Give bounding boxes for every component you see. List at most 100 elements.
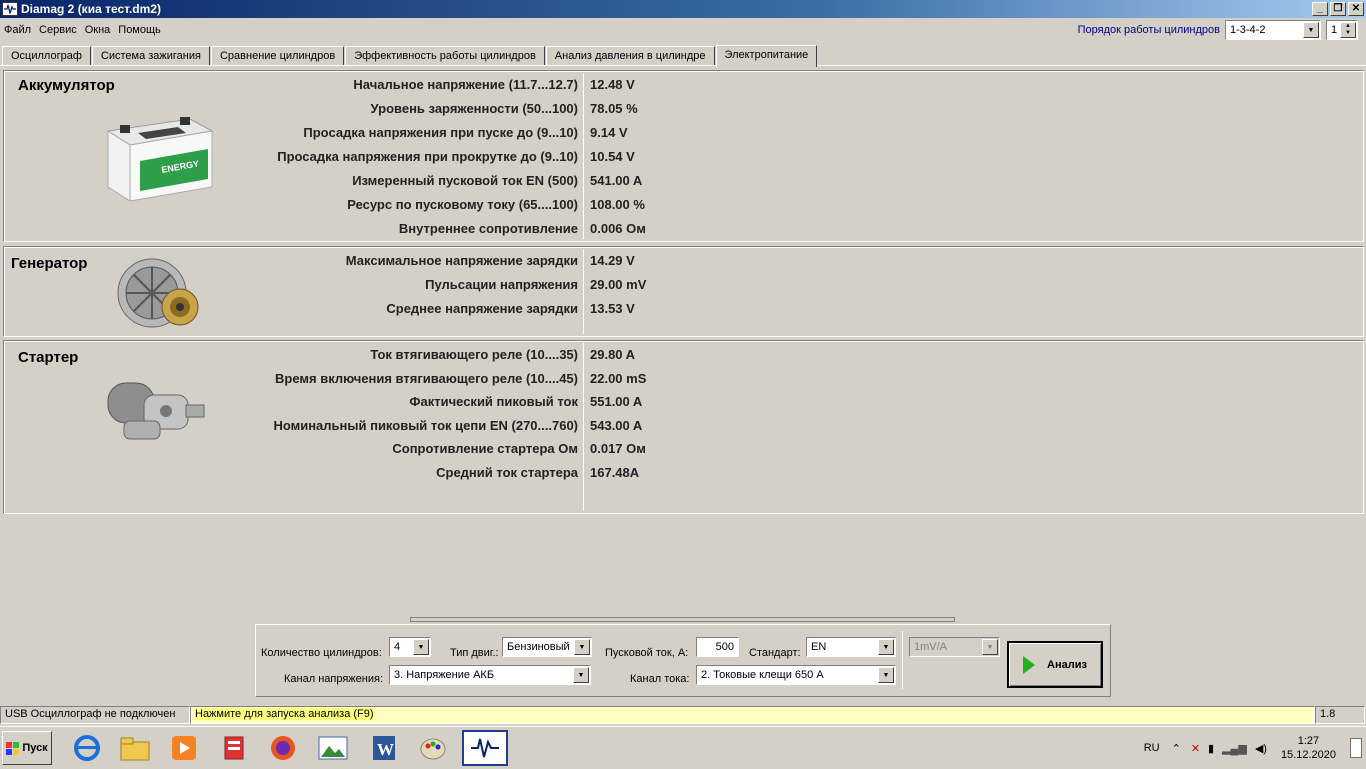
battery-row: Начальное напряжение (11.7...12.7) 12.48 …	[4, 77, 784, 99]
generator-row: Максимальное напряжение зарядки 14.29 V	[4, 253, 784, 275]
control-panel-icon[interactable]	[214, 730, 254, 766]
battery-row: Уровень заряженности (50...100) 78.05 %	[4, 101, 784, 123]
row-value: 29.80 A	[590, 347, 636, 362]
analyze-label: Анализ	[1047, 658, 1087, 671]
row-label: Ток втягивающего реле (10....35)	[370, 347, 578, 362]
window-title: Diamag 2 (киа тест.dm2)	[21, 2, 161, 16]
analysis-hint-text: Нажмите для запуска анализа (F9)	[195, 708, 374, 720]
row-value: 0.006 Ом	[590, 221, 646, 236]
chevron-down-icon[interactable]: ▼	[878, 667, 894, 683]
panel-divider	[902, 631, 903, 689]
start-current-input[interactable]	[696, 637, 739, 657]
cylinder-order-select[interactable]: 1-3-4-2 ▼	[1225, 20, 1321, 40]
generator-row: Пульсации напряжения 29.00 mV	[4, 277, 784, 299]
generator-row: Среднее напряжение зарядки 13.53 V	[4, 301, 784, 323]
usb-status: USB Осциллограф не подключен	[0, 706, 190, 724]
word-icon[interactable]: W	[364, 730, 404, 766]
cyl-count-label: Количество цилиндров:	[261, 647, 382, 659]
current-channel-label: Канал тока:	[630, 673, 690, 685]
current-channel-select[interactable]: 2. Токовые клещи 650 A ▼	[696, 665, 896, 685]
start-label: Пуск	[22, 742, 48, 754]
row-label: Ресурс по пусковому току (65....100)	[347, 197, 578, 212]
row-value: 0.017 Ом	[590, 441, 646, 456]
diamag-task-icon[interactable]	[462, 730, 508, 766]
picture-viewer-icon[interactable]	[313, 730, 353, 766]
row-label: Сопротивление стартера Ом	[392, 441, 578, 456]
row-value: 543.00 A	[590, 418, 643, 433]
starter-row: Номинальный пиковый ток цепи EN (270....…	[4, 418, 784, 440]
chevron-down-icon[interactable]: ▼	[878, 639, 894, 655]
menu-help[interactable]: Помощь	[114, 24, 165, 36]
battery-icon[interactable]: ▮	[1208, 742, 1214, 755]
row-label: Начальное напряжение (11.7...12.7)	[353, 77, 578, 92]
chevron-down-icon[interactable]: ▼	[574, 639, 590, 655]
analysis-hint[interactable]: Нажмите для запуска анализа (F9)	[190, 706, 1315, 724]
row-label: Пульсации напряжения	[425, 277, 578, 292]
tab-pressure-analysis[interactable]: Анализ давления в цилиндре	[545, 46, 715, 66]
chevron-down-icon[interactable]: ▼	[1303, 22, 1319, 38]
start-button[interactable]: Пуск	[2, 731, 52, 765]
spin-arrows-icon[interactable]: ▲ ▼	[1340, 22, 1356, 38]
tab-oscilloscope[interactable]: Осциллограф	[2, 46, 91, 66]
tab-cylinder-compare[interactable]: Сравнение цилиндров	[210, 46, 345, 66]
cylinder-spin-value: 1	[1331, 24, 1338, 36]
starter-row: Средний ток стартера 167.48A	[4, 465, 784, 487]
status-bar: USB Осциллограф не подключен Нажмите для…	[0, 706, 1366, 724]
tab-cylinder-efficiency[interactable]: Эффективность работы цилиндров	[345, 46, 545, 66]
folder-icon[interactable]	[115, 730, 155, 766]
menu-windows[interactable]: Окна	[81, 24, 115, 36]
row-label: Среднее напряжение зарядки	[386, 301, 578, 316]
svg-text:W: W	[377, 740, 394, 759]
restore-button[interactable]: ❐	[1330, 2, 1346, 16]
paint-icon[interactable]	[413, 730, 453, 766]
battery-row: Измеренный пусковой ток EN (500) 541.00 A	[4, 173, 784, 195]
firefox-icon[interactable]	[263, 730, 303, 766]
menu-service[interactable]: Сервис	[35, 24, 81, 36]
notification-icon[interactable]	[1350, 738, 1362, 758]
engine-type-label: Тип двиг.:	[450, 647, 499, 659]
tab-power-supply[interactable]: Электропитание	[715, 45, 818, 67]
clock-date: 15.12.2020	[1280, 749, 1336, 761]
starter-row: Сопротивление стартера Ом 0.017 Ом	[4, 441, 784, 463]
standard-select[interactable]: EN ▼	[806, 637, 896, 657]
row-label: Фактический пиковый ток	[409, 394, 578, 409]
clock[interactable]: 1:27 15.12.2020	[1281, 734, 1336, 762]
panel-splitter[interactable]	[410, 617, 955, 622]
chevron-down-icon[interactable]: ▼	[573, 667, 589, 683]
analyze-button[interactable]: Анализ	[1007, 641, 1103, 688]
volume-icon[interactable]: ◀)	[1255, 742, 1267, 755]
voltage-channel-label: Канал напряжения:	[284, 673, 383, 685]
voltage-channel-select[interactable]: 3. Напряжение АКБ ▼	[389, 665, 591, 685]
signal-icon[interactable]: ▂▄▆	[1222, 742, 1247, 755]
row-value: 541.00 A	[590, 173, 643, 188]
cylinder-order-value: 1-3-4-2	[1230, 24, 1266, 36]
play-icon	[1023, 655, 1036, 674]
row-label: Просадка напряжения при прокрутке до (9.…	[277, 149, 578, 164]
row-value: 12.48 V	[590, 77, 635, 92]
row-value: 14.29 V	[590, 253, 635, 268]
row-value: 29.00 mV	[590, 277, 647, 292]
cylinder-order-label: Порядок работы цилиндров	[1077, 24, 1220, 36]
language-indicator[interactable]: RU	[1144, 742, 1160, 754]
close-button[interactable]: ✕	[1348, 2, 1364, 16]
battery-section: Аккумулятор ENERGY Начальное напряжение …	[3, 70, 1364, 242]
current-channel-value: 2. Токовые клещи 650 A	[701, 669, 824, 681]
engine-type-select[interactable]: Бензиновый ▼	[502, 637, 592, 657]
chevron-up-icon[interactable]: ⌃	[1172, 742, 1181, 755]
chevron-down-icon[interactable]: ▼	[413, 639, 429, 655]
ie-icon[interactable]	[67, 730, 107, 766]
cylinder-spin[interactable]: 1 ▲ ▼	[1326, 20, 1358, 40]
row-label: Средний ток стартера	[436, 465, 578, 480]
row-label: Номинальный пиковый ток цепи EN (270....…	[273, 418, 578, 433]
taskbar: Пуск W RU ⌃ ✕ ▮ ▂▄▆ ◀) 1:27 15.12.2020	[0, 726, 1366, 768]
menu-file[interactable]: Файл	[0, 24, 35, 36]
system-tray: RU ⌃ ✕ ▮ ▂▄▆ ◀) 1:27 15.12.2020	[1144, 727, 1366, 769]
network-error-icon[interactable]: ✕	[1191, 742, 1200, 755]
battery-row: Внутреннее сопротивление 0.006 Ом	[4, 221, 784, 243]
row-label: Измеренный пусковой ток EN (500)	[352, 173, 578, 188]
media-player-icon[interactable]	[164, 730, 204, 766]
version-label: 1.8	[1315, 706, 1365, 724]
tab-ignition[interactable]: Система зажигания	[91, 46, 210, 66]
minimize-button[interactable]: _	[1312, 2, 1328, 16]
cyl-count-select[interactable]: 4 ▼	[389, 637, 431, 657]
